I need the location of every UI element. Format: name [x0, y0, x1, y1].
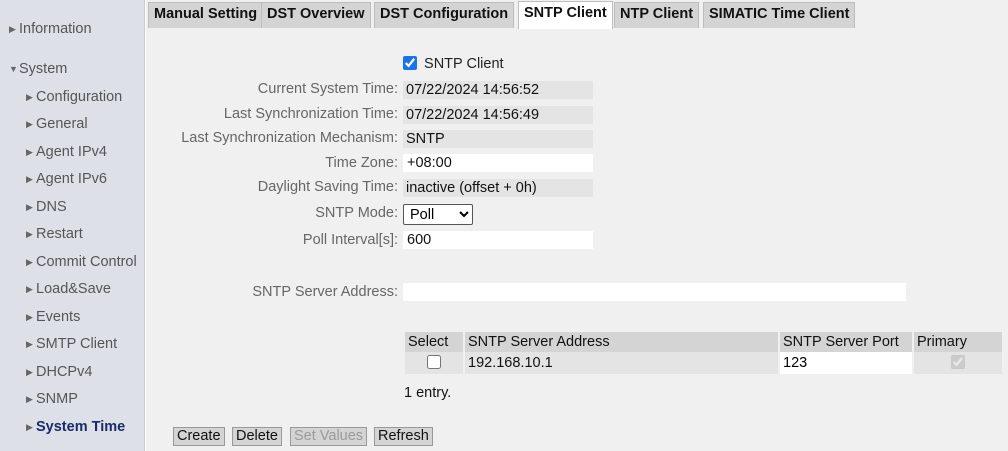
- sidebar-item-agent-ipv4[interactable]: ▶ Agent IPv4: [26, 144, 107, 160]
- last-sync-value: 07/22/2024 14:56:49: [403, 106, 593, 124]
- sntp-client-label: SNTP Client: [424, 56, 504, 72]
- sidebar-item-commit-control[interactable]: ▶ Commit Control: [26, 254, 137, 270]
- sidebar-item-smtp-client[interactable]: ▶ SMTP Client: [26, 336, 117, 352]
- triangle-right-icon: ▶: [26, 147, 33, 157]
- primary-cell: [914, 352, 1002, 374]
- sidebar-item-load-save[interactable]: ▶ Load&Save: [26, 281, 111, 297]
- poll-interval-input[interactable]: [403, 231, 593, 249]
- tab-simatic-time-client[interactable]: SIMATIC Time Client: [703, 2, 856, 28]
- time-zone-input[interactable]: [403, 154, 593, 172]
- triangle-right-icon: ▶: [26, 174, 33, 184]
- dst-value: inactive (offset + 0h): [403, 179, 593, 197]
- sidebar-item-label: Information: [19, 21, 92, 37]
- select-cell: [405, 352, 463, 374]
- delete-button[interactable]: Delete: [232, 427, 282, 446]
- tab-manual-setting[interactable]: Manual Setting: [148, 2, 264, 28]
- server-table: Select SNTP Server Address SNTP Server P…: [403, 332, 1004, 374]
- current-time-value: 07/22/2024 14:56:52: [403, 81, 593, 99]
- sidebar-item-general[interactable]: ▶ General: [26, 116, 88, 132]
- triangle-down-icon: ▼: [9, 64, 18, 74]
- tab-bar: Manual Setting DST Overview DST Configur…: [146, 0, 1008, 29]
- triangle-right-icon: ▶: [26, 202, 33, 212]
- sidebar-item-restart[interactable]: ▶ Restart: [26, 226, 83, 242]
- poll-interval-label: Poll Interval[s]:: [302, 232, 398, 248]
- main-panel: Manual Setting DST Overview DST Configur…: [146, 0, 1008, 451]
- current-time-label: Current System Time:: [257, 81, 398, 97]
- sidebar-item-label: System: [19, 61, 68, 77]
- sidebar-item-label: Agent IPv4: [36, 144, 107, 160]
- server-port-input[interactable]: [783, 355, 901, 371]
- sidebar-item-label: DHCPv4: [36, 364, 93, 380]
- sntp-client-checkbox[interactable]: [403, 56, 417, 70]
- triangle-right-icon: ▶: [26, 229, 33, 239]
- last-sync-label: Last Synchronization Time:: [223, 106, 398, 122]
- entry-count: 1 entry.: [404, 385, 452, 401]
- sidebar-item-dhcpv4[interactable]: ▶ DHCPv4: [26, 364, 92, 380]
- server-address-input[interactable]: [403, 283, 906, 301]
- triangle-right-icon: ▶: [26, 422, 33, 432]
- sidebar-item-label: SMTP Client: [36, 336, 118, 352]
- sidebar-item-events[interactable]: ▶ Events: [26, 309, 80, 325]
- sntp-client-toggle[interactable]: SNTP Client: [403, 56, 504, 72]
- triangle-right-icon: ▶: [26, 257, 33, 267]
- tab-ntp-client[interactable]: NTP Client: [614, 2, 700, 28]
- column-header-primary: Primary: [914, 332, 1002, 352]
- sidebar-item-configuration[interactable]: ▶ Configuration: [26, 89, 122, 105]
- create-button[interactable]: Create: [173, 427, 225, 446]
- tab-sntp-client[interactable]: SNTP Client: [518, 1, 613, 29]
- sidebar: ▶ Information ▼System ▶ Configuration ▶ Gen…: [0, 0, 145, 451]
- sidebar-item-label: Configuration: [36, 89, 123, 105]
- sidebar-item-label: System Time: [36, 419, 126, 435]
- sidebar-item-dns[interactable]: ▶ DNS: [26, 199, 67, 215]
- time-zone-label: Time Zone:: [325, 155, 398, 171]
- server-address-label: SNTP Server Address:: [252, 284, 398, 300]
- row-select-checkbox[interactable]: [427, 355, 441, 369]
- tab-dst-overview[interactable]: DST Overview: [261, 2, 371, 28]
- sidebar-item-system[interactable]: ▼System: [9, 61, 67, 77]
- triangle-right-icon: ▶: [26, 339, 33, 349]
- sntp-mode-label: SNTP Mode:: [315, 205, 398, 221]
- server-port-cell[interactable]: [780, 352, 912, 374]
- triangle-right-icon: ▶: [9, 24, 16, 34]
- sidebar-item-snmp[interactable]: ▶ SNMP: [26, 391, 78, 407]
- sidebar-item-system-time[interactable]: ▶ System Time: [26, 419, 125, 435]
- column-header-address: SNTP Server Address: [465, 332, 778, 352]
- triangle-right-icon: ▶: [26, 367, 33, 377]
- sidebar-item-information[interactable]: ▶ Information: [9, 21, 92, 37]
- triangle-right-icon: ▶: [26, 92, 33, 102]
- sidebar-item-label: Restart: [36, 226, 83, 242]
- sidebar-item-label: Events: [36, 309, 81, 325]
- last-mechanism-value: SNTP: [403, 130, 593, 148]
- sidebar-item-label: DNS: [36, 199, 67, 215]
- server-address-cell: 192.168.10.1: [465, 352, 778, 374]
- dst-label: Daylight Saving Time:: [257, 179, 398, 195]
- refresh-button[interactable]: Refresh: [374, 427, 433, 446]
- set-values-button: Set Values: [290, 427, 368, 446]
- tab-dst-configuration[interactable]: DST Configuration: [374, 2, 515, 28]
- triangle-right-icon: ▶: [26, 394, 33, 404]
- column-header-select: Select: [405, 332, 463, 352]
- primary-checkbox: [951, 355, 965, 369]
- sidebar-item-label: SNMP: [36, 391, 78, 407]
- triangle-right-icon: ▶: [26, 119, 33, 129]
- sidebar-item-label: Agent IPv6: [36, 171, 107, 187]
- sntp-mode-select[interactable]: Poll: [403, 204, 473, 225]
- triangle-right-icon: ▶: [26, 312, 33, 322]
- table-row: 192.168.10.1: [405, 352, 1002, 374]
- sidebar-item-agent-ipv6[interactable]: ▶ Agent IPv6: [26, 171, 107, 187]
- column-header-port: SNTP Server Port: [780, 332, 912, 352]
- sidebar-item-label: Commit Control: [36, 254, 137, 270]
- sidebar-item-label: Load&Save: [36, 281, 111, 297]
- last-mechanism-label: Last Synchronization Mechanism:: [181, 130, 398, 146]
- triangle-right-icon: ▶: [26, 284, 33, 294]
- sidebar-item-label: General: [36, 116, 88, 132]
